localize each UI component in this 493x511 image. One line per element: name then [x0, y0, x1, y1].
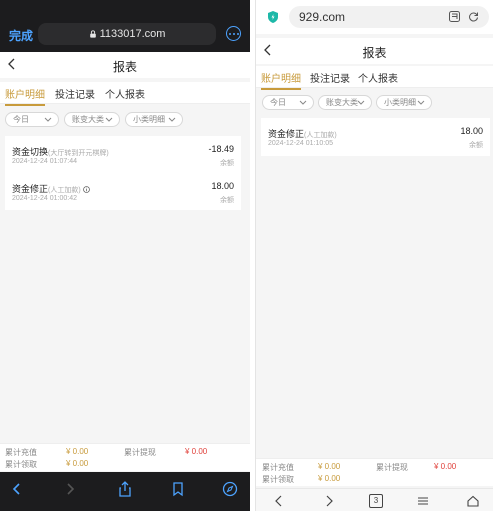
- report-tabs: 账户明细 投注记录 个人报表: [256, 66, 493, 90]
- browser-top-bar: 完成 1133017.com: [0, 0, 250, 52]
- tab-bet-records[interactable]: 投注记录: [310, 70, 350, 85]
- forward-icon[interactable]: [62, 481, 78, 497]
- list-item[interactable]: 资金修正(人工加款) 2024-12-24 01:00:42 18.00 余额: [12, 173, 234, 209]
- shield-icon: [268, 11, 278, 23]
- chevron-down-icon: [357, 100, 365, 105]
- record-date: 2024-12-24 01:00:42: [12, 195, 77, 202]
- page-title: 报表: [362, 46, 387, 60]
- page-header: 报表: [256, 38, 493, 64]
- record-balance: 余额: [220, 160, 234, 167]
- claim-value: ¥ 0.00: [318, 474, 341, 483]
- reload-icon[interactable]: [468, 11, 479, 22]
- tabs-icon[interactable]: [449, 11, 460, 22]
- filter-category[interactable]: 账变大类: [318, 95, 372, 110]
- record-date: 2024-12-24 01:07:44: [12, 158, 77, 165]
- filter-date[interactable]: 今日: [5, 112, 59, 127]
- more-icon[interactable]: [226, 26, 241, 41]
- list-item[interactable]: 资金修正(人工加款) 2024-12-24 01:10:05 18.00 余额: [268, 118, 483, 156]
- menu-icon[interactable]: [416, 494, 430, 508]
- record-name-text: 资金切换: [12, 147, 49, 157]
- deposit-value: ¥ 0.00: [318, 462, 341, 471]
- address-bar[interactable]: 1133017.com: [38, 23, 216, 45]
- record-name: 资金切换(大厅转到开元棋牌): [12, 145, 109, 158]
- browser-top-bar: 929.com: [256, 0, 493, 34]
- tabs-icon[interactable]: 3: [369, 494, 383, 508]
- left-browser-window: 完成 1133017.com 报表 账户明细 投注记录 个人报表 今日 账变大类…: [0, 0, 250, 511]
- filter-date-label: 今日: [270, 98, 286, 107]
- record-amount: 18.00: [460, 126, 483, 136]
- filter-subcategory-label: 小类明细: [384, 98, 416, 107]
- record-balance: 余额: [220, 197, 234, 204]
- back-icon[interactable]: [272, 494, 286, 508]
- records-card: 资金修正(人工加款) 2024-12-24 01:10:05 18.00 余额: [261, 118, 490, 156]
- tab-account-details[interactable]: 账户明细: [261, 70, 301, 90]
- filter-date[interactable]: 今日: [262, 95, 314, 110]
- chevron-down-icon: [105, 117, 113, 122]
- filter-subcategory[interactable]: 小类明细: [125, 112, 183, 127]
- chevron-down-icon: [44, 117, 52, 122]
- withdraw-label: 累计提现: [376, 463, 408, 472]
- claim-value: ¥ 0.00: [66, 459, 89, 468]
- list-item[interactable]: 资金切换(大厅转到开元棋牌) 2024-12-24 01:07:44 -18.4…: [12, 136, 234, 172]
- lock-icon: [89, 30, 96, 38]
- address-url: 1133017.com: [99, 28, 166, 40]
- summary-bar: 累计充值 ¥ 0.00 累计提现 ¥ 0.00 累计领取 ¥ 0.00: [256, 458, 493, 486]
- browser-nav-bar: 3: [256, 488, 493, 511]
- record-note: (人工加款): [304, 132, 337, 139]
- filter-category[interactable]: 账变大类: [64, 112, 120, 127]
- chevron-down-icon: [168, 117, 176, 122]
- browser-bottom-toolbar: [0, 472, 250, 511]
- compass-icon[interactable]: [222, 481, 238, 497]
- deposit-label: 累计充值: [5, 448, 37, 457]
- record-note: (人工加款): [48, 187, 81, 194]
- withdraw-value: ¥ 0.00: [434, 462, 457, 471]
- claim-label: 累计领取: [5, 460, 37, 469]
- report-tabs: 账户明细 投注记录 个人报表: [0, 82, 250, 106]
- tab-account-details[interactable]: 账户明细: [5, 86, 45, 106]
- tab-personal-report[interactable]: 个人报表: [105, 86, 145, 101]
- withdraw-value: ¥ 0.00: [185, 447, 208, 456]
- filter-date-label: 今日: [13, 115, 29, 124]
- claim-label: 累计领取: [262, 475, 294, 484]
- page-title: 报表: [112, 60, 137, 74]
- tab-personal-report[interactable]: 个人报表: [358, 70, 398, 85]
- tab-bet-records[interactable]: 投注记录: [55, 86, 95, 101]
- forward-icon[interactable]: [322, 494, 336, 508]
- summary-bar: 累计充值 ¥ 0.00 累计提现 ¥ 0.00 累计领取 ¥ 0.00: [0, 443, 250, 471]
- deposit-label: 累计充值: [262, 463, 294, 472]
- info-icon[interactable]: [82, 186, 90, 193]
- record-amount: 18.00: [211, 181, 234, 191]
- bookmarks-icon[interactable]: [170, 481, 186, 497]
- share-icon[interactable]: [117, 481, 133, 497]
- chevron-down-icon: [299, 100, 307, 105]
- chevron-down-icon: [417, 100, 425, 105]
- right-browser-window: 929.com 报表 账户明细 投注记录 个人报表 今日 账变大类 小类明细 资…: [255, 0, 493, 511]
- address-url: 929.com: [299, 10, 346, 24]
- record-name-text: 资金修正: [12, 184, 49, 194]
- filter-subcategory-label: 小类明细: [133, 115, 165, 124]
- record-amount: -18.49: [208, 144, 234, 154]
- withdraw-label: 累计提现: [124, 448, 156, 457]
- filter-category-label: 账变大类: [326, 98, 358, 107]
- back-icon[interactable]: [9, 481, 25, 497]
- done-button[interactable]: 完成: [9, 27, 33, 44]
- record-name: 资金修正(人工加款): [268, 127, 337, 140]
- record-name-text: 资金修正: [268, 129, 305, 139]
- record-date: 2024-12-24 01:10:05: [268, 140, 333, 147]
- deposit-value: ¥ 0.00: [66, 447, 89, 456]
- filter-subcategory[interactable]: 小类明细: [376, 95, 432, 110]
- home-icon[interactable]: [466, 494, 480, 508]
- filter-category-label: 账变大类: [72, 115, 104, 124]
- records-card: 资金切换(大厅转到开元棋牌) 2024-12-24 01:07:44 -18.4…: [5, 136, 241, 210]
- record-balance: 余额: [469, 142, 483, 149]
- record-note: (大厅转到开元棋牌): [48, 150, 109, 157]
- page-header: 报表: [0, 52, 250, 78]
- record-name: 资金修正(人工加款): [12, 182, 90, 195]
